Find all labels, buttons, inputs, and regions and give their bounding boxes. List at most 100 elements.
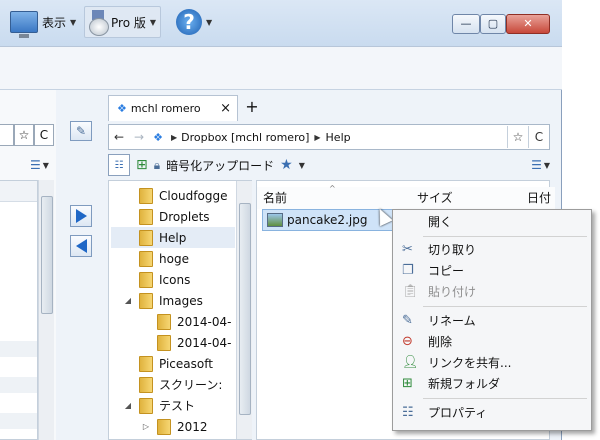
folder-icon: [139, 229, 153, 246]
folder-icon: [139, 397, 153, 414]
column-header-date[interactable]: 日付: [521, 187, 555, 209]
folder-icon: [139, 292, 153, 309]
chevron-down-icon: ▼: [206, 17, 213, 27]
breadcrumb-help[interactable]: Help: [326, 131, 351, 144]
star-favorites-icon[interactable]: ★: [280, 157, 293, 173]
folder-icon: [139, 271, 153, 288]
checklist-icon: ☷: [114, 159, 124, 171]
left-file-list[interactable]: [0, 180, 38, 440]
add-tab-button[interactable]: +: [244, 97, 260, 117]
expanded-arrow-icon[interactable]: ◢: [123, 296, 133, 305]
refresh-icon: C: [39, 128, 49, 142]
tree-item[interactable]: Droplets: [139, 206, 210, 227]
forward-button[interactable]: →: [129, 130, 149, 144]
monitor-icon: [10, 11, 38, 38]
help-icon: ?: [176, 9, 202, 35]
pencil-icon: ✎: [402, 313, 413, 328]
left-address-bar[interactable]: [0, 124, 14, 146]
tree-item[interactable]: ◢ テスト: [123, 395, 195, 416]
lock-icon: 🔒︎: [153, 157, 161, 172]
select-mode-button[interactable]: ☷: [108, 154, 130, 176]
pro-label: Pro 版: [111, 15, 146, 30]
tree-item[interactable]: 2014-04-: [157, 311, 231, 332]
arrow-right-icon: [75, 209, 87, 223]
pen-icon: ✎: [75, 124, 87, 138]
tab-dropbox[interactable]: ❖ mchl romero ×: [108, 95, 238, 121]
folder-icon: [139, 250, 153, 267]
refresh-button[interactable]: C: [529, 130, 549, 144]
chevron-down-icon: ▼: [70, 17, 77, 27]
menu-item-delete[interactable]: ⊖ 削除: [396, 332, 588, 352]
folder-icon: [139, 208, 153, 225]
pane-divider: [56, 90, 104, 440]
chevron-down-icon[interactable]: ▼: [299, 161, 305, 170]
folder-tree[interactable]: Cloudfogge Droplets Help hoge Icons ◢ Ima…: [108, 180, 252, 440]
left-scroll-thumb[interactable]: [41, 196, 53, 314]
menu-item-cut[interactable]: ✂ 切り取り: [396, 240, 588, 260]
column-header-size[interactable]: サイズ: [411, 187, 528, 209]
view-options-button[interactable]: ☰ ▼: [531, 158, 550, 172]
tree-item[interactable]: スクリーン:: [139, 374, 222, 395]
dropbox-icon: ❖: [153, 130, 163, 144]
close-tab-icon[interactable]: ×: [220, 101, 231, 116]
breadcrumb-separator-icon: ▶: [314, 132, 321, 142]
chevron-down-icon: ▼: [149, 17, 157, 27]
tree-scroll-thumb[interactable]: [239, 203, 251, 415]
column-header-name[interactable]: 名前 ^: [257, 184, 418, 209]
folder-icon: [157, 334, 171, 351]
chevron-down-icon: ▼: [543, 160, 550, 170]
left-view-options-button[interactable]: ☰ ▼: [30, 156, 54, 174]
new-window-icon[interactable]: ⊞: [136, 157, 148, 173]
tree-item[interactable]: Cloudfogge: [139, 185, 227, 206]
encrypt-upload-button[interactable]: 暗号化アップロード: [166, 157, 274, 174]
menu-item-new-folder[interactable]: ⊞ 新規フォルダ: [396, 374, 588, 394]
tree-item[interactable]: ◢ Images: [123, 290, 203, 311]
close-window-button[interactable]: ✕: [506, 14, 550, 34]
tree-item[interactable]: hoge: [139, 248, 189, 269]
maximize-button[interactable]: ▢: [480, 14, 506, 34]
delete-icon: ⊖: [402, 334, 413, 349]
tree-scrollbar[interactable]: [236, 181, 252, 439]
list-view-icon: ☰: [531, 158, 542, 172]
star-icon: ☆: [18, 128, 30, 142]
image-file-icon: [267, 213, 283, 227]
collapsed-arrow-icon[interactable]: ▷: [141, 422, 151, 431]
main-toolbar: [0, 46, 562, 90]
copy-to-right-button[interactable]: [70, 205, 92, 227]
left-scrollbar[interactable]: [38, 180, 54, 440]
menu-item-properties[interactable]: ☷ プロパティ: [396, 403, 588, 423]
left-favorite-button[interactable]: ☆: [14, 124, 34, 146]
menu-item-open[interactable]: 開く: [396, 212, 588, 232]
address-bar[interactable]: ← → ❖ ▶ Dropbox [mchl romero] ▶ Help ☆ C: [108, 124, 550, 150]
tree-item-selected[interactable]: Help: [111, 227, 235, 248]
back-button[interactable]: ←: [109, 130, 129, 144]
menu-item-copy[interactable]: ❐ コピー: [396, 261, 588, 281]
tree-item[interactable]: ▷ 2012: [141, 416, 208, 437]
folder-icon: [139, 187, 153, 204]
minimize-button[interactable]: —: [452, 14, 480, 34]
share-user-icon: 👤︎: [402, 355, 419, 370]
tree-item[interactable]: Icons: [139, 269, 190, 290]
breadcrumb-separator-icon: ▶: [171, 132, 178, 142]
favorite-button[interactable]: ☆: [508, 130, 528, 144]
expanded-arrow-icon[interactable]: ◢: [123, 401, 133, 410]
menu-item-paste[interactable]: 📋︎ 貼り付け: [396, 282, 588, 302]
breadcrumb-dropbox[interactable]: Dropbox [mchl romero]: [181, 131, 309, 144]
properties-icon: ☷: [402, 405, 414, 420]
tree-item[interactable]: 2014-04-: [157, 332, 231, 353]
pro-version-button[interactable]: Pro 版 ▼: [84, 6, 162, 38]
folder-icon: [139, 355, 153, 372]
medal-icon: [89, 10, 109, 36]
help-menu-button[interactable]: ? ▼: [172, 6, 216, 38]
arrow-left-icon: [75, 239, 87, 253]
copy-to-left-button[interactable]: [70, 235, 92, 257]
menu-item-share-link[interactable]: 👤︎ リンクを共有...: [396, 353, 588, 373]
edit-pen-button[interactable]: ✎: [70, 121, 92, 141]
view-menu-button[interactable]: 表示 ▼: [6, 6, 80, 38]
menu-item-rename[interactable]: ✎ リネーム: [396, 311, 588, 331]
left-refresh-button[interactable]: C: [34, 124, 54, 146]
context-menu: 開く ✂ 切り取り ❐ コピー 📋︎ 貼り付け ✎ リネーム ⊖ 削除 👤︎ リ…: [392, 209, 592, 431]
folder-icon: [157, 313, 171, 330]
tree-item[interactable]: Piceasoft: [139, 353, 213, 374]
folder-icon: [139, 376, 153, 393]
